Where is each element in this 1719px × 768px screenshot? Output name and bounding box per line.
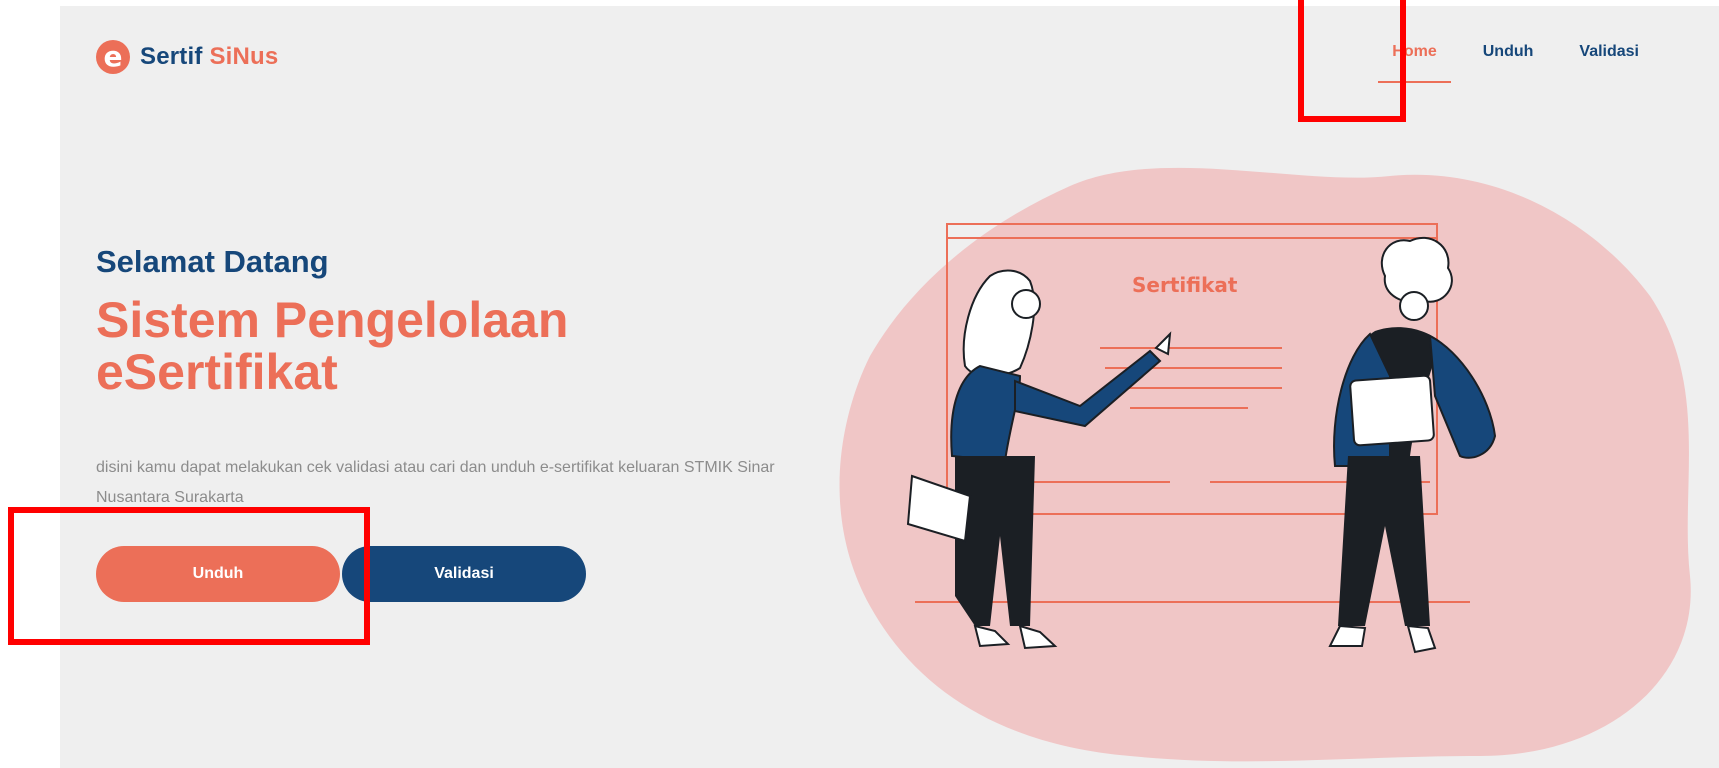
nav-validasi[interactable]: Validasi <box>1579 43 1639 83</box>
welcome-heading: Selamat Datang <box>96 244 329 279</box>
site-logo[interactable]: e Sertif SiNus <box>96 40 278 74</box>
highlight-box-unduh-button <box>8 507 370 645</box>
page-background: e Sertif SiNus Home Unduh Validasi Selam… <box>60 6 1719 768</box>
certificate-title: Sertifikat <box>1132 273 1238 297</box>
hero-description: disini kamu dapat melakukan cek validasi… <box>96 459 775 506</box>
highlight-box-nav-unduh <box>1298 0 1406 122</box>
nav-unduh[interactable]: Unduh <box>1483 43 1534 83</box>
validasi-button[interactable]: Validasi <box>342 546 586 602</box>
logo-name-part1: Sertif <box>140 43 203 70</box>
logo-name-part2: SiNus <box>209 43 279 70</box>
hero-illustration: Sertifikat <box>839 167 1691 762</box>
logo-e-icon: e <box>96 40 130 74</box>
hero-headline: Sistem Pengelolaan eSertifikat <box>96 292 569 400</box>
logo-text: Sertif SiNus <box>140 43 278 71</box>
